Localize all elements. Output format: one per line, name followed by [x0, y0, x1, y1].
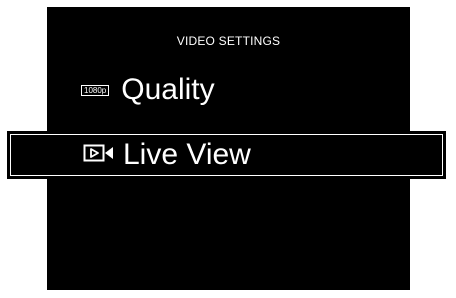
menu-item-label: Quality [121, 73, 215, 106]
menu-item-label: Live View [123, 138, 251, 171]
menu-item-quality[interactable]: 1080p Quality [47, 67, 410, 113]
resolution-badge-icon: 1080p [81, 84, 110, 96]
page-title: VIDEO SETTINGS [176, 34, 281, 48]
resolution-badge-text: 1080p [81, 84, 110, 96]
live-view-camera-icon [83, 144, 115, 167]
menu-item-live-view[interactable]: Live View [7, 131, 446, 179]
menu-item-content: Live View [83, 140, 251, 170]
